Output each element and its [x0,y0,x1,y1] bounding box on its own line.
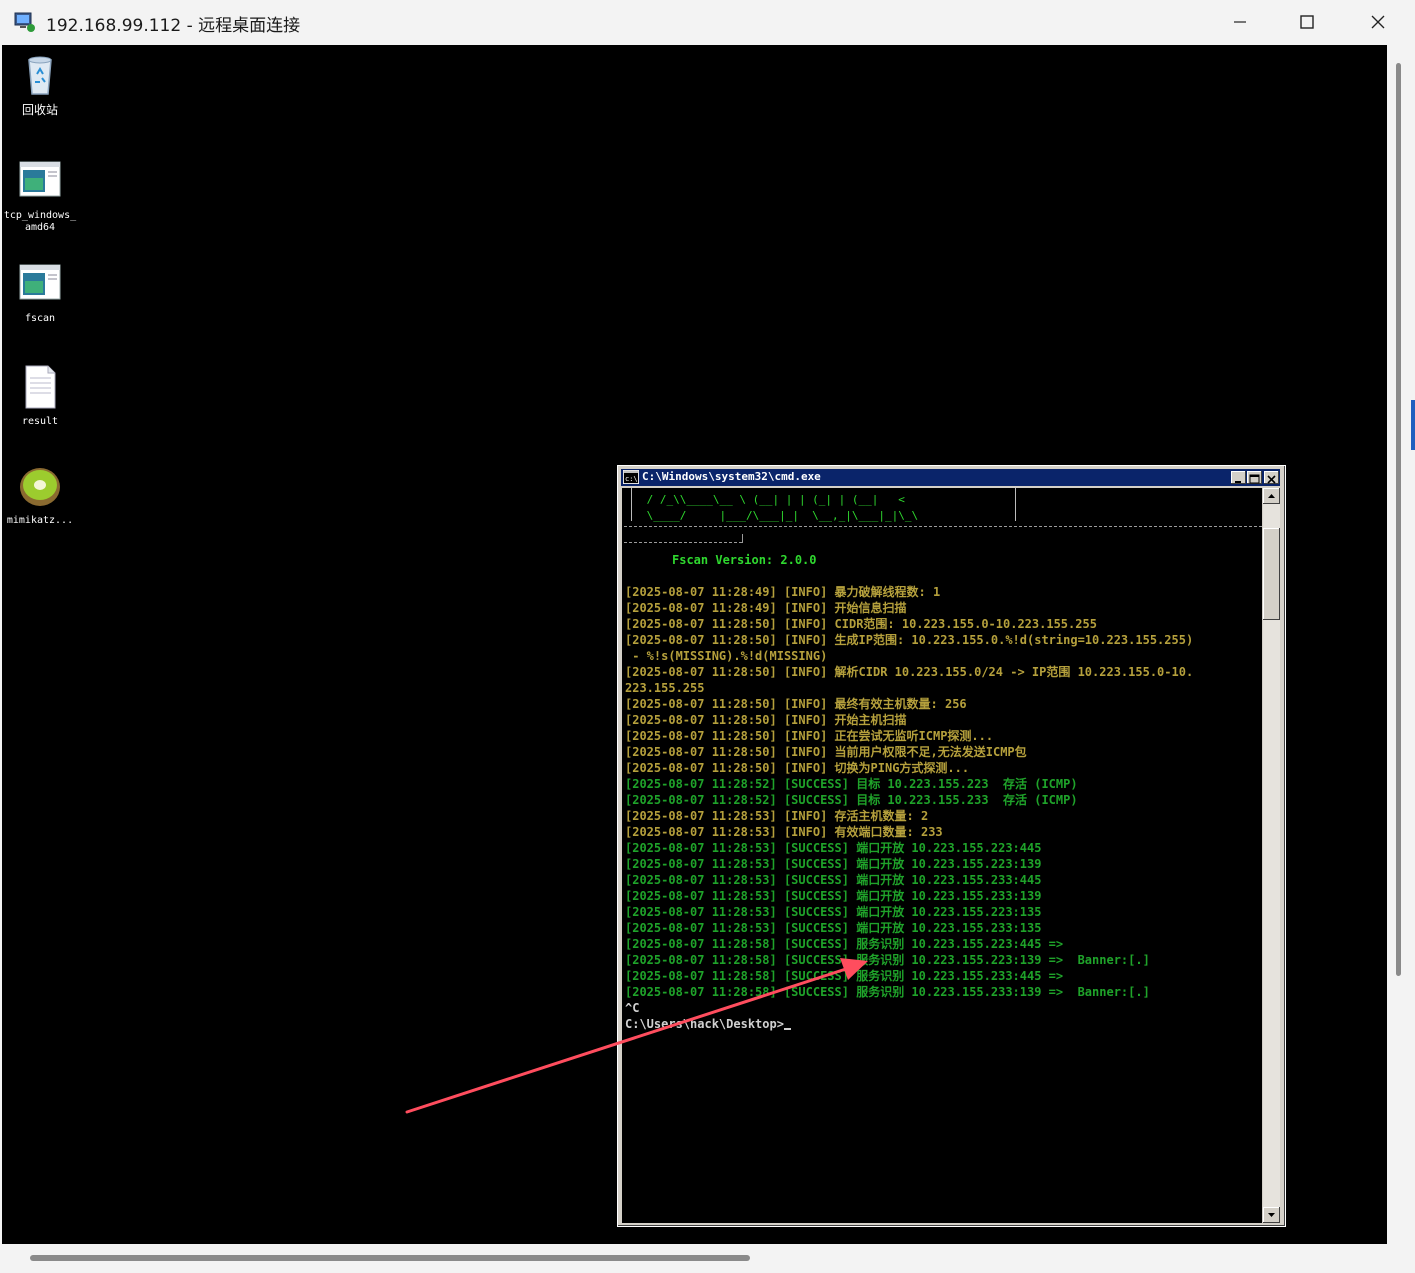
scrollbar-thumb[interactable] [1396,63,1401,976]
close-button[interactable] [1343,0,1413,44]
rdp-titlebar: 192.168.99.112 - 远程桌面连接 [0,0,1415,44]
window-title: 192.168.99.112 - 远程桌面连接 [46,16,301,36]
maximize-button[interactable] [1272,0,1342,44]
remote-desktop-icon [14,12,35,32]
minimize-button[interactable] [1205,0,1275,44]
arrow-head-icon [840,958,868,980]
annotation-arrow [405,958,868,1114]
scrollbar-thumb[interactable] [30,1255,750,1261]
minimize-icon [1234,21,1246,23]
window-edge-accent [1411,400,1415,450]
rdp-horizontal-scrollbar[interactable] [2,1246,1388,1270]
close-icon [1371,15,1385,29]
remote-desktop-surface[interactable]: 回收站 tcp_windows_amd64 fscan result mimik… [2,45,1387,1244]
rdp-vertical-scrollbar[interactable] [1388,45,1413,1244]
maximize-icon [1300,15,1314,29]
